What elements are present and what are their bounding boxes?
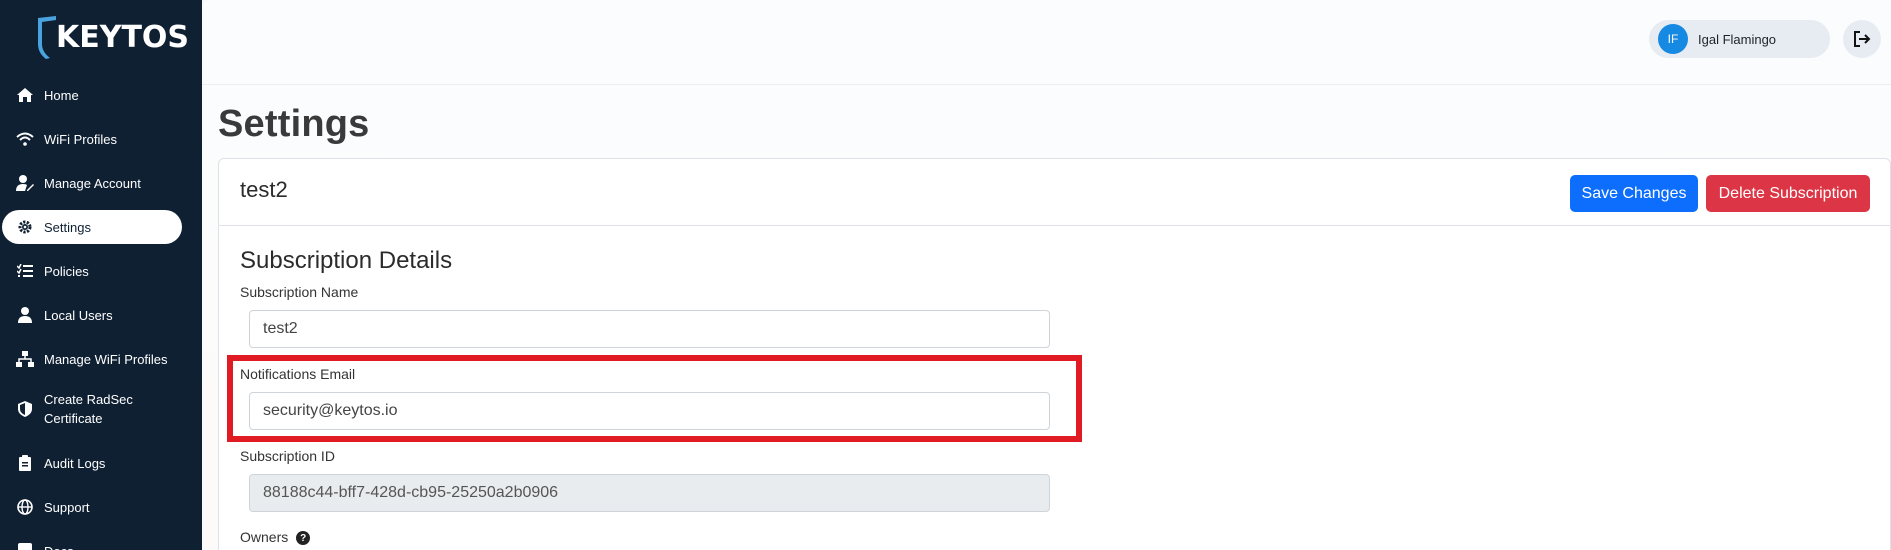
home-icon xyxy=(16,86,34,104)
subscription-id-label: Subscription ID xyxy=(240,448,335,464)
user-edit-icon xyxy=(16,174,34,192)
user-menu[interactable]: IF Igal Flamingo xyxy=(1649,20,1830,58)
delete-subscription-button[interactable]: Delete Subscription xyxy=(1706,175,1870,212)
avatar: IF xyxy=(1658,24,1688,54)
sidebar-item-label: Docs xyxy=(44,542,74,550)
sidebar-item-label: Create RadSec Certificate xyxy=(44,392,133,426)
shield-logo-icon xyxy=(38,16,56,59)
sidebar-item-home[interactable]: Home xyxy=(2,78,182,112)
section-title: Subscription Details xyxy=(240,247,453,274)
main-content: IF Igal Flamingo Settings test2 Save Cha… xyxy=(202,0,1891,550)
wifi-icon xyxy=(16,130,34,148)
sidebar-item-policies[interactable]: Policies xyxy=(2,254,182,288)
sidebar-item-label: Manage Account xyxy=(44,175,141,191)
book-icon xyxy=(16,542,34,550)
sidebar-item-label: Policies xyxy=(44,263,89,279)
list-check-icon xyxy=(16,262,34,280)
notifications-email-label: Notifications Email xyxy=(240,366,356,382)
user-icon xyxy=(16,306,34,324)
sidebar-item-manage-account[interactable]: Manage Account xyxy=(2,166,182,200)
subscription-title: test2 xyxy=(240,177,288,202)
notifications-email-input[interactable]: security@keytos.io xyxy=(249,392,1050,430)
shield-icon xyxy=(16,400,34,418)
sidebar-item-manage-wifi-profiles[interactable]: Manage WiFi Profiles xyxy=(2,342,182,376)
subscription-name-label: Subscription Name xyxy=(240,284,359,300)
sidebar-item-label: Home xyxy=(44,87,79,103)
sidebar-item-create-radsec-certificate[interactable]: Create RadSec Certificate xyxy=(2,387,182,431)
subscription-id-input: 88188c44-bff7-428d-cb95-25250a2b0906 xyxy=(249,474,1050,512)
sidebar-item-support[interactable]: Support xyxy=(2,490,182,524)
sidebar-item-label: Support xyxy=(44,499,90,515)
top-bar: IF Igal Flamingo xyxy=(202,0,1891,85)
logout-icon xyxy=(1854,31,1871,47)
sidebar-item-docs[interactable]: Docs xyxy=(2,534,182,550)
clipboard-icon xyxy=(16,454,34,472)
brand-name: KEYTOS xyxy=(56,19,190,55)
globe-icon xyxy=(16,498,34,516)
logout-button[interactable] xyxy=(1843,20,1881,58)
sidebar-item-label: Local Users xyxy=(44,307,113,323)
sidebar-item-wifi-profiles[interactable]: WiFi Profiles xyxy=(2,122,182,156)
sidebar-item-audit-logs[interactable]: Audit Logs xyxy=(2,446,182,480)
sidebar-item-label: Audit Logs xyxy=(44,455,106,471)
gear-icon xyxy=(16,218,34,236)
user-name: Igal Flamingo xyxy=(1698,31,1777,47)
sidebar-item-local-users[interactable]: Local Users xyxy=(2,298,182,332)
network-icon xyxy=(16,350,34,368)
sidebar-item-settings[interactable]: Settings xyxy=(2,210,182,244)
help-icon[interactable]: ? xyxy=(296,531,311,546)
save-changes-button[interactable]: Save Changes xyxy=(1570,175,1698,212)
subscription-name-input[interactable]: test2 xyxy=(249,310,1050,348)
page-title: Settings xyxy=(218,103,370,145)
owners-label: Owners xyxy=(240,529,289,545)
sidebar: KEYTOS Home WiFi Profiles Manage Account… xyxy=(0,0,202,550)
owners-label-row: Owners? xyxy=(240,529,311,546)
card-header: test2 Save Changes Delete Subscription xyxy=(219,159,1890,226)
subscription-card: test2 Save Changes Delete Subscription S… xyxy=(218,158,1891,550)
keytos-logo[interactable]: KEYTOS xyxy=(36,12,189,62)
sidebar-item-label: Settings xyxy=(44,219,91,235)
sidebar-item-label: Manage WiFi Profiles xyxy=(44,351,168,367)
sidebar-item-label: WiFi Profiles xyxy=(44,131,117,147)
